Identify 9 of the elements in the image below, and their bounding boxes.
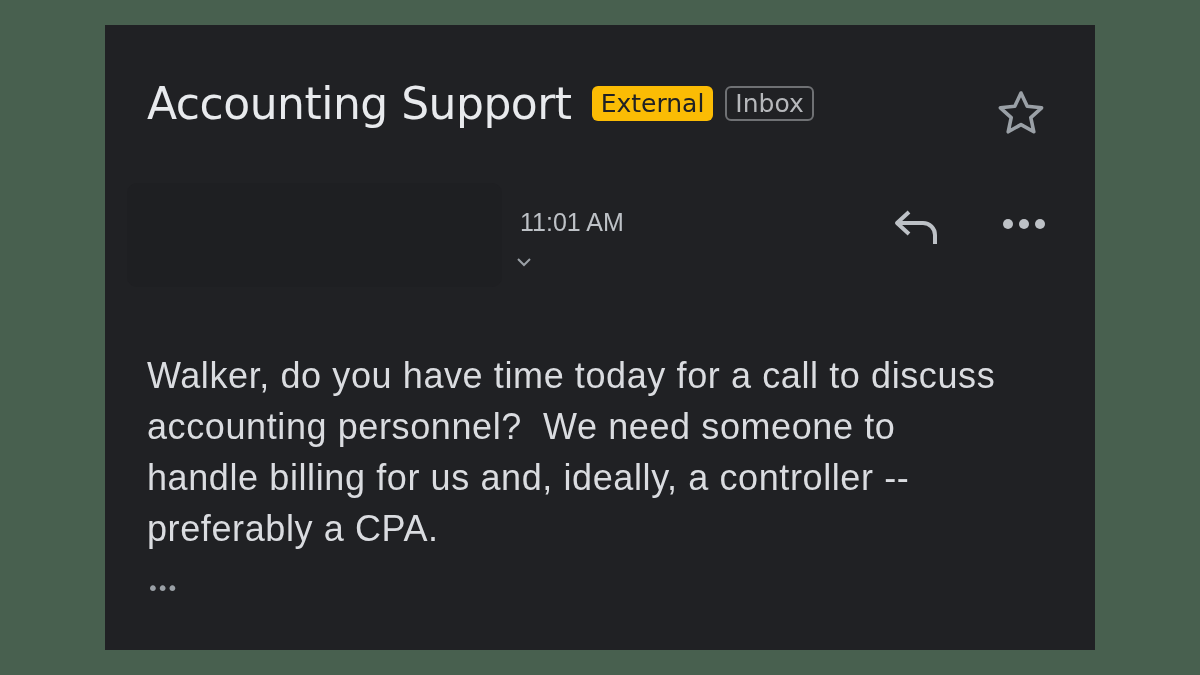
more-options-icon[interactable] <box>1003 219 1045 229</box>
star-icon[interactable] <box>997 90 1045 136</box>
label-tag: Inbox <box>725 85 814 121</box>
chevron-icon[interactable] <box>515 257 533 268</box>
label-tag: External <box>591 85 714 121</box>
email-subject: Accounting Support <box>147 77 572 129</box>
message-time: 11:01 AM <box>520 208 624 237</box>
message-body: Walker, do you have time today for a call to discuss accounting personnel? We need someone to handle billing for us and, ideally, a controller -- preferably a CPA. <box>147 354 997 551</box>
show-trimmed-content-button[interactable]: ••• <box>147 576 177 600</box>
